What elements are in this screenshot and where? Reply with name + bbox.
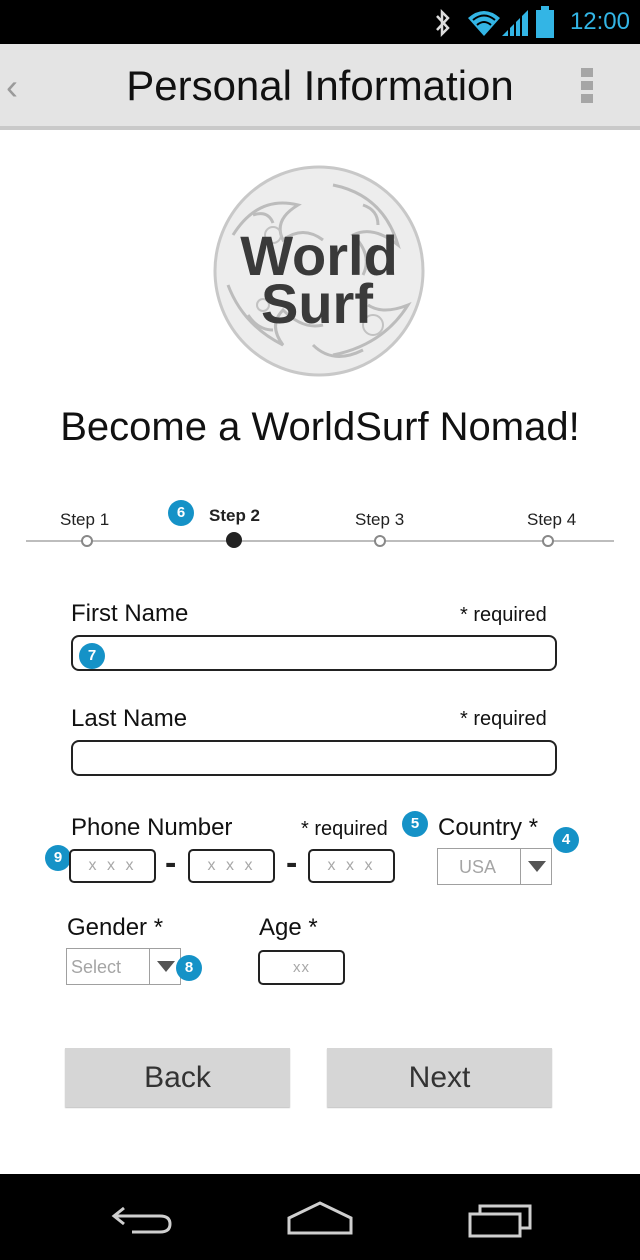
step-4-dot[interactable] bbox=[542, 535, 554, 547]
nav-recents-icon[interactable] bbox=[468, 1200, 532, 1238]
phone-area-code-field[interactable]: x x x bbox=[69, 849, 156, 883]
step-3-dot[interactable] bbox=[374, 535, 386, 547]
bluetooth-icon bbox=[436, 9, 450, 37]
country-label: Country * bbox=[438, 814, 539, 841]
first-name-required: * required bbox=[460, 604, 547, 626]
chevron-down-icon bbox=[528, 861, 546, 872]
stepper-track bbox=[26, 540, 614, 542]
step-2-dot[interactable] bbox=[226, 532, 242, 548]
signal-icon bbox=[502, 10, 528, 36]
country-dropdown-toggle[interactable] bbox=[520, 849, 552, 884]
status-time: 12:00 bbox=[569, 8, 630, 35]
phone-line-field[interactable]: x x x bbox=[308, 849, 395, 883]
gender-label: Gender * bbox=[67, 914, 164, 941]
annotation-badge-6: 6 bbox=[168, 500, 194, 526]
overflow-menu-icon[interactable] bbox=[581, 68, 593, 107]
age-label: Age * bbox=[259, 914, 318, 941]
step-1-dot[interactable] bbox=[81, 535, 93, 547]
phone-separator-1: - bbox=[165, 844, 177, 882]
annotation-badge-7: 7 bbox=[79, 643, 105, 669]
country-value: USA bbox=[459, 857, 497, 877]
battery-icon bbox=[536, 6, 554, 38]
phone-number-label: Phone Number bbox=[71, 814, 233, 841]
annotation-badge-9: 9 bbox=[45, 845, 71, 871]
nav-home-icon[interactable] bbox=[286, 1200, 354, 1236]
gender-select[interactable]: Select bbox=[66, 948, 181, 985]
nav-back-icon[interactable] bbox=[110, 1202, 174, 1236]
logo-line-2: Surf bbox=[261, 272, 373, 335]
phone-required: * required bbox=[301, 818, 388, 840]
annotation-badge-5: 5 bbox=[402, 811, 428, 837]
headline: Become a WorldSurf Nomad! bbox=[60, 405, 580, 449]
annotation-badge-4: 4 bbox=[553, 827, 579, 853]
phone-prefix-field[interactable]: x x x bbox=[188, 849, 275, 883]
step-3-label: Step 3 bbox=[355, 510, 405, 529]
step-2-label: Step 2 bbox=[209, 506, 261, 525]
country-select[interactable]: USA bbox=[437, 848, 552, 885]
age-field[interactable]: xx bbox=[258, 950, 345, 985]
worldsurf-logo: World Surf bbox=[213, 165, 425, 377]
status-bar: 12:00 bbox=[0, 0, 640, 44]
step-1-label: Step 1 bbox=[60, 510, 110, 529]
back-button[interactable]: Back bbox=[65, 1048, 290, 1107]
step-4-label: Step 4 bbox=[527, 510, 577, 529]
system-nav-bar bbox=[0, 1174, 640, 1260]
first-name-label: First Name bbox=[71, 600, 189, 627]
last-name-label: Last Name bbox=[71, 705, 188, 732]
action-bar: ‹ Personal Information bbox=[0, 44, 640, 130]
gender-value: Select bbox=[71, 957, 122, 977]
phone-separator-2: - bbox=[286, 844, 298, 882]
annotation-badge-8: 8 bbox=[176, 955, 202, 981]
last-name-required: * required bbox=[460, 708, 547, 730]
page-title: Personal Information bbox=[126, 62, 514, 109]
first-name-field[interactable] bbox=[71, 635, 557, 671]
last-name-field[interactable] bbox=[71, 740, 557, 776]
next-button[interactable]: Next bbox=[327, 1048, 552, 1107]
wifi-icon bbox=[468, 11, 500, 36]
